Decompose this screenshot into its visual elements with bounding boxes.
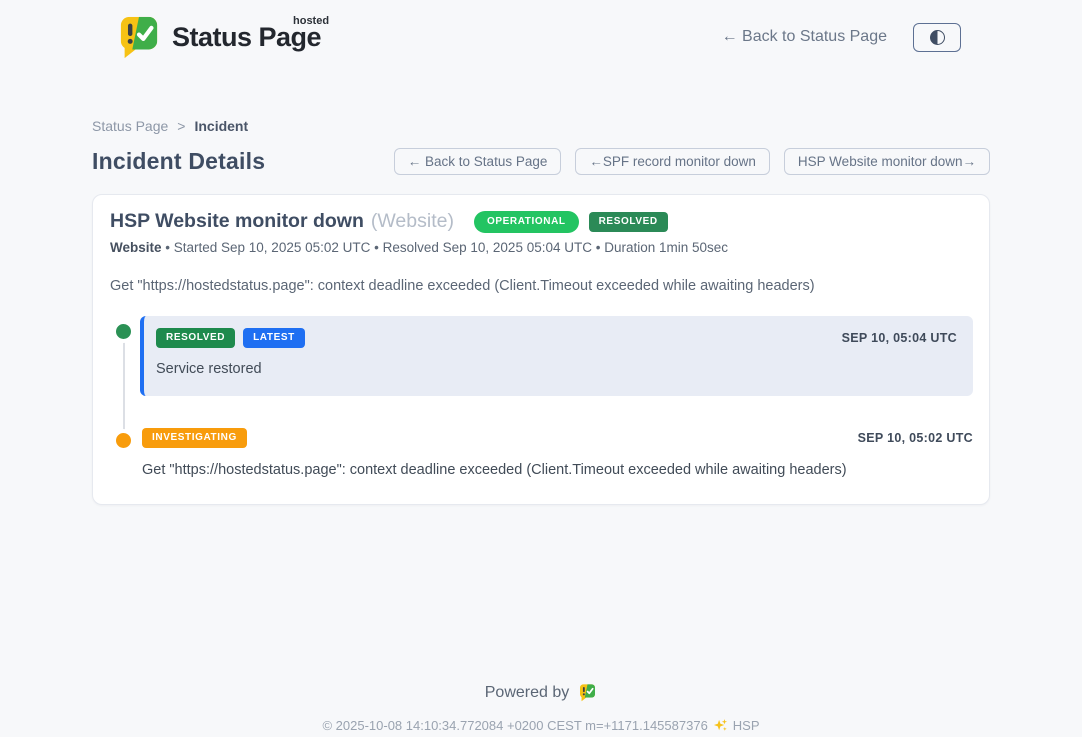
timeline-entry-resolved: RESOLVED LATEST SEP 10, 05:04 UTC Servic… xyxy=(110,316,973,396)
incident-description: Get "https://hostedstatus.page": context… xyxy=(110,278,973,294)
theme-toggle-button[interactable] xyxy=(913,23,961,52)
contrast-icon xyxy=(930,30,945,45)
timeline-dot-investigating-icon xyxy=(116,433,131,448)
copyright-text: © 2025-10-08 14:10:34.772084 +0200 CEST … xyxy=(322,718,707,733)
incident-meta: Website • Started Sep 10, 2025 05:02 UTC… xyxy=(110,240,973,255)
prev-incident-button[interactable]: ←SPF record monitor down xyxy=(575,148,770,175)
timeline-timestamp: SEP 10, 05:02 UTC xyxy=(858,431,973,445)
incident-title-row: HSP Website monitor down (Website) OPERA… xyxy=(110,210,973,233)
app-logo[interactable]: Status Page hosted xyxy=(116,14,327,60)
powered-by-label: Powered by xyxy=(485,684,570,702)
breadcrumb-status-page[interactable]: Status Page xyxy=(92,118,168,134)
timeline-latest-badge: LATEST xyxy=(243,328,305,348)
incident-card: HSP Website monitor down (Website) OPERA… xyxy=(92,194,990,505)
sparkles-icon xyxy=(713,718,728,733)
header-actions: ← Back to Status Page xyxy=(722,23,961,52)
back-to-status-page-button[interactable]: ← Back to Status Page xyxy=(394,148,562,175)
timeline-entry-investigating: INVESTIGATING SEP 10, 05:02 UTC Get "htt… xyxy=(110,425,973,478)
title-row: Incident Details ← Back to Status Page ←… xyxy=(92,148,990,175)
incident-timeline: RESOLVED LATEST SEP 10, 05:04 UTC Servic… xyxy=(110,316,973,478)
breadcrumb-incident: Incident xyxy=(194,118,248,134)
incident-nav-buttons: ← Back to Status Page ←SPF record monito… xyxy=(394,148,990,175)
status-page-mini-logo-icon xyxy=(578,683,597,702)
timeline-dot-resolved-icon xyxy=(116,324,131,339)
breadcrumb: Status Page > Incident xyxy=(92,118,990,134)
powered-by-link[interactable]: Powered by xyxy=(485,683,598,702)
timeline-entry-box: RESOLVED LATEST SEP 10, 05:04 UTC Servic… xyxy=(140,316,973,396)
copyright-line: © 2025-10-08 14:10:34.772084 +0200 CEST … xyxy=(0,718,1082,733)
timeline-message: Service restored xyxy=(156,361,957,377)
page-title: Incident Details xyxy=(92,148,265,175)
incident-title: HSP Website monitor down xyxy=(110,210,364,233)
footer: Powered by © 2025-10-08 14:10:34.772084 … xyxy=(0,683,1082,733)
header: Status Page hosted ← Back to Status Page xyxy=(0,0,1082,60)
breadcrumb-separator: > xyxy=(177,118,185,134)
copyright-brand: HSP xyxy=(733,718,760,733)
resolved-state-badge: RESOLVED xyxy=(589,212,668,232)
timeline-timestamp: SEP 10, 05:04 UTC xyxy=(842,331,957,345)
main-content: Status Page > Incident Incident Details … xyxy=(92,118,990,505)
incident-scope: (Website) xyxy=(371,210,454,233)
incident-meta-details: • Started Sep 10, 2025 05:02 UTC • Resol… xyxy=(162,240,729,255)
status-page-logo-icon xyxy=(116,14,162,60)
timeline-message: Get "https://hostedstatus.page": context… xyxy=(142,462,973,478)
timeline-investigating-badge: INVESTIGATING xyxy=(142,428,247,448)
incident-component: Website xyxy=(110,240,162,255)
timeline-resolved-badge: RESOLVED xyxy=(156,328,235,348)
header-back-link[interactable]: ← Back to Status Page xyxy=(722,28,887,46)
next-incident-button[interactable]: HSP Website monitor down→ xyxy=(784,148,990,175)
operational-badge: OPERATIONAL xyxy=(474,211,579,233)
logo-superscript: hosted xyxy=(293,15,329,27)
